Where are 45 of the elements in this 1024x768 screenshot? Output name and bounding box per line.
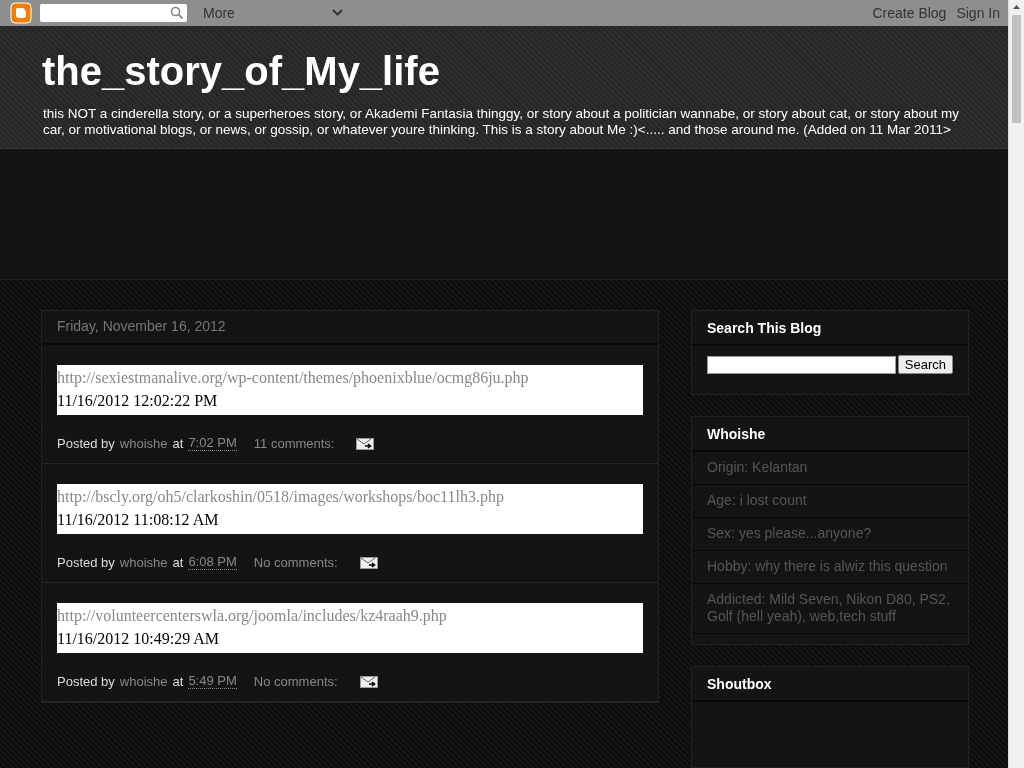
comments-link[interactable]: No comments: — [253, 555, 338, 570]
at-label: at — [172, 674, 184, 689]
nav-link[interactable]: Create Blog — [872, 4, 947, 21]
email-post-icon[interactable] — [359, 556, 378, 569]
blog-description: this NOT a cinderella story, or a superheroes story, or Akademi Fantasia thinggy, or story about a politician wannabe, or story about cat, or story about my car, or motivational blogs, or news, or gossip, or whatever youre thinking. This is a story about Me :)<..... and those around me. (Added on 11 Mar 2011> — [43, 105, 960, 138]
author-link[interactable]: whoishe — [119, 555, 168, 570]
search-icon[interactable] — [170, 5, 184, 20]
profile-item: Hobby: why there is alwiz this question — [692, 551, 968, 584]
post-timestamp: 11/16/2012 12:02:22 PM — [57, 391, 219, 411]
post-link[interactable]: http://sexiestmanalive.org/wp-content/themes/phoenixblue/ocmg86ju.php — [57, 366, 643, 389]
profile-item: Sex: yes please...anyone? — [692, 518, 968, 551]
profile-item: Age: i lost count — [692, 485, 968, 518]
search-field[interactable] — [40, 3, 187, 22]
posted-by-label: Posted by — [57, 555, 115, 570]
post-timestamp: 11/16/2012 11:08:12 AM — [57, 510, 220, 530]
post-link[interactable]: http://bscly.org/oh5/clarkoshin/0518/images/workshops/boc11lh3.php — [57, 485, 643, 508]
scrollbar-thumb[interactable] — [1012, 15, 1021, 123]
chevron-down-icon — [332, 8, 343, 17]
widget-title: Search This Blog — [692, 311, 968, 346]
search-input[interactable] — [707, 355, 896, 374]
author-link[interactable]: whoishe — [119, 436, 168, 451]
at-label: at — [172, 436, 184, 451]
at-label: at — [172, 555, 184, 570]
date-header: Friday, November 16, 2012 — [42, 311, 658, 345]
nav-link[interactable]: Sign In — [956, 4, 1000, 21]
author-link[interactable]: whoishe — [119, 674, 168, 689]
post-timestamp: 11/16/2012 10:49:29 AM — [57, 629, 221, 649]
post-time-link[interactable]: 7:02 PM — [188, 436, 237, 451]
posted-by-label: Posted by — [57, 436, 115, 451]
profile-item: Addicted: Mild Seven, Nikon D80, PS2, Golf (hell yeah), web,tech stuff — [692, 584, 968, 634]
email-post-icon[interactable] — [359, 675, 378, 688]
search-button[interactable]: Search — [897, 355, 953, 374]
more-dropdown[interactable]: More — [203, 4, 343, 21]
blog-title[interactable]: the_story_of_My_life — [42, 47, 968, 94]
widget-title: Shoutbox — [692, 667, 968, 702]
profile-item: Origin: Kelantan — [692, 452, 968, 485]
widget-title: Whoishe — [692, 417, 968, 452]
scrollbar[interactable] — [1008, 0, 1024, 768]
posted-by-label: Posted by — [57, 674, 115, 689]
post-time-link[interactable]: 6:08 PM — [188, 555, 237, 570]
post-time-link[interactable]: 5:49 PM — [188, 674, 237, 689]
comments-link[interactable]: 11 comments: — [253, 436, 335, 451]
post-link[interactable]: http://volunteercenterswla.org/joomla/includes/kz4raah9.php — [57, 604, 643, 627]
comments-link[interactable]: No comments: — [253, 674, 338, 689]
email-post-icon[interactable] — [356, 437, 375, 450]
